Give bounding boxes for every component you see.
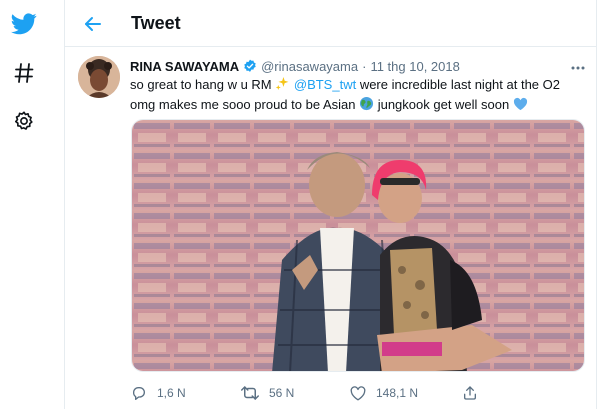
column-divider: [596, 0, 597, 409]
twitter-logo-icon[interactable]: [11, 11, 37, 37]
globe-emoji-icon: [359, 96, 374, 116]
tweet-text-part: jungkook get well soon: [377, 97, 513, 112]
share-button[interactable]: [462, 382, 488, 404]
share-icon: [464, 386, 476, 400]
like-icon: [350, 385, 366, 401]
tweet-text-line-2: omg makes me sooo proud to be Asian jung…: [130, 96, 590, 116]
verified-badge-icon: [243, 59, 257, 73]
tweet-text-line-1: so great to hang w u RM @BTS_twt were in…: [130, 76, 590, 96]
retweet-icon: [241, 386, 259, 400]
tweet-actions: 1,6 N 56 N 148,1 N: [131, 382, 591, 404]
tweet-media-photo[interactable]: [131, 119, 585, 372]
like-button[interactable]: 148,1 N: [350, 382, 418, 404]
blue-heart-emoji-icon: [513, 97, 528, 116]
hashtag-icon[interactable]: [11, 60, 37, 86]
tweet-text-part: were incredible last night at the O2: [356, 77, 560, 92]
tweet-date[interactable]: 11 thg 10, 2018: [370, 59, 459, 74]
retweet-count: 56 N: [269, 386, 295, 400]
retweet-button[interactable]: 56 N: [241, 382, 294, 404]
back-arrow-icon: [85, 17, 101, 31]
author-display-name[interactable]: RINA SAWAYAMA: [130, 59, 239, 74]
left-nav-rail: [0, 0, 64, 409]
mention-link[interactable]: @BTS_twt: [294, 77, 356, 92]
tweet-author-line: RINA SAWAYAMA @rinasawayama · 11 thg 10,…: [130, 57, 460, 75]
nav-divider: [64, 0, 65, 409]
author-handle[interactable]: @rinasawayama: [261, 59, 358, 74]
photo-image: [132, 120, 584, 371]
tweet-header: Tweet: [65, 0, 596, 47]
like-count: 148,1 N: [376, 386, 419, 400]
sparkles-emoji-icon: [275, 76, 290, 96]
more-icon[interactable]: [570, 60, 586, 70]
settings-gear-icon[interactable]: [11, 108, 37, 134]
back-button[interactable]: [81, 12, 105, 36]
avatar[interactable]: [78, 56, 120, 98]
tweet-text-part: omg makes me sooo proud to be Asian: [130, 97, 360, 112]
tweet-text-part: so great to hang w u RM: [130, 77, 276, 92]
reply-button[interactable]: 1,6 N: [131, 382, 186, 404]
page-title: Tweet: [131, 13, 181, 33]
reply-icon: [132, 387, 145, 400]
tweet-text: so great to hang w u RM @BTS_twt were in…: [130, 76, 590, 116]
reply-count: 1,6 N: [157, 386, 186, 400]
separator-dot: ·: [362, 58, 367, 74]
